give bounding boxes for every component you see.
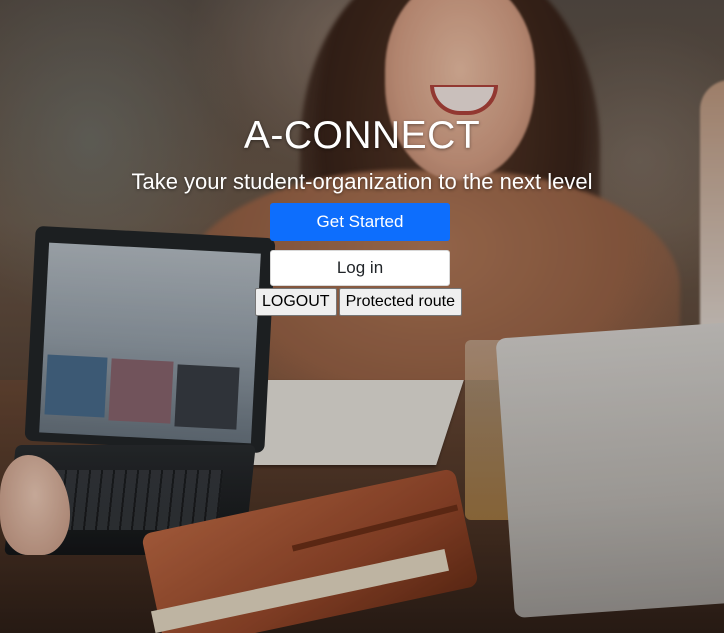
logout-button[interactable]: LOGOUT <box>255 288 337 316</box>
debug-button-row: LOGOUT Protected route <box>255 288 462 316</box>
hero-section: A-CONNECT Take your student-organization… <box>0 0 724 633</box>
tagline: Take your student-organization to the ne… <box>131 169 593 194</box>
login-button[interactable]: Log in <box>270 250 450 286</box>
get-started-button[interactable]: Get Started <box>270 203 450 241</box>
app-title: A-CONNECT <box>243 114 481 157</box>
background-overlay <box>0 0 724 633</box>
protected-route-button[interactable]: Protected route <box>338 288 462 316</box>
